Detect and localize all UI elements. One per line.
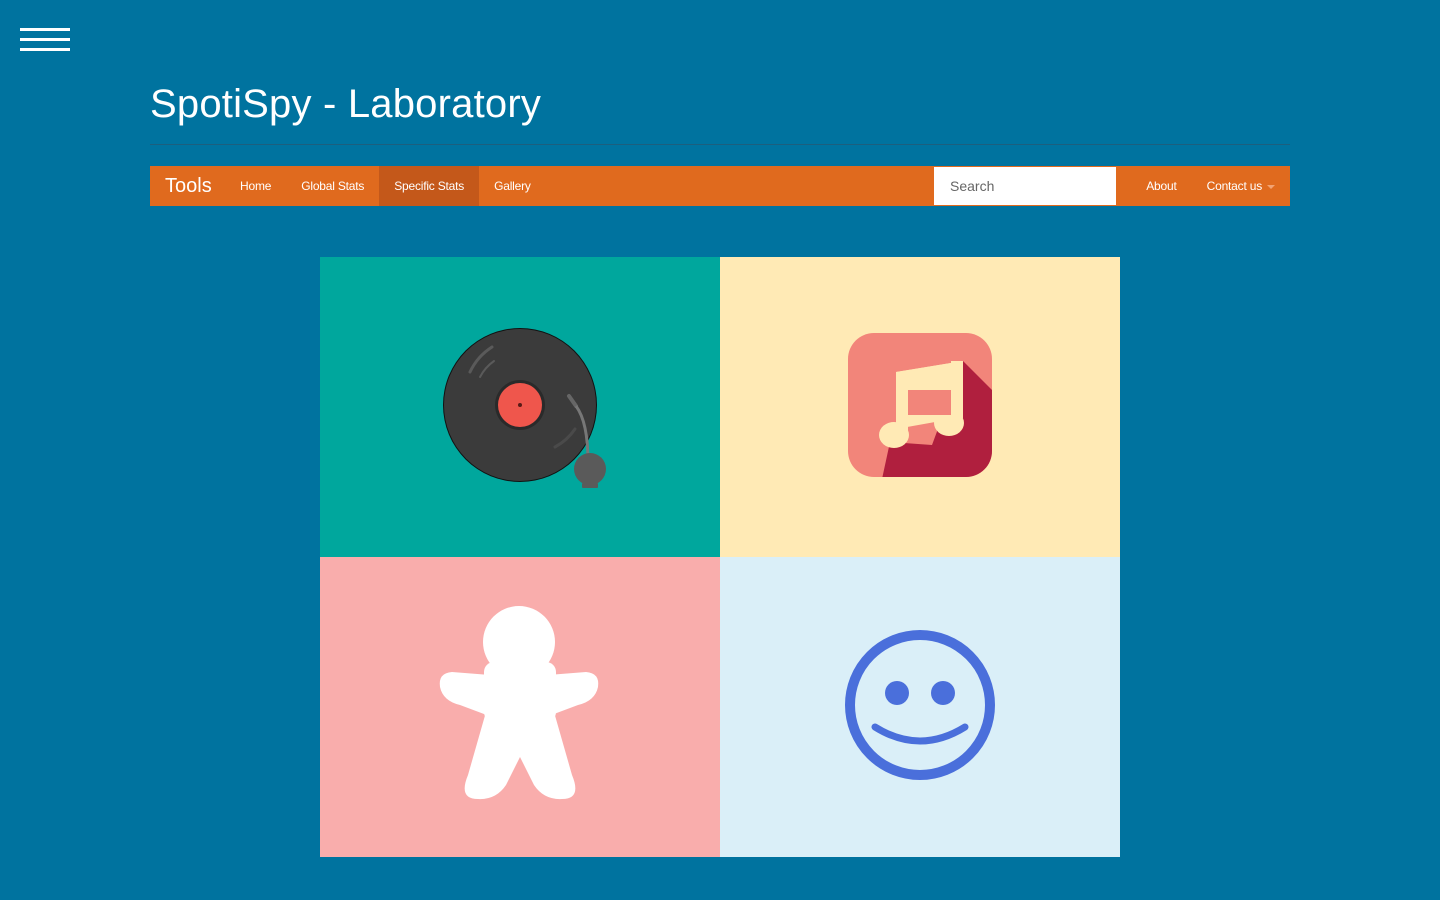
nav-item-contact-us[interactable]: Contact us: [1192, 166, 1290, 206]
nav-item-gallery[interactable]: Gallery: [479, 166, 546, 206]
title-divider: [150, 144, 1290, 145]
page-title: SpotiSpy - Laboratory: [150, 82, 542, 126]
tile-gingerbread[interactable]: [320, 557, 720, 857]
nav-item-about[interactable]: About: [1131, 166, 1191, 206]
caret-down-icon: [1267, 184, 1275, 189]
navbar-brand[interactable]: Tools: [165, 166, 212, 206]
nav-item-contact-label: Contact us: [1206, 179, 1263, 193]
smiley-face-icon: [720, 557, 1120, 857]
tile-grid: [320, 257, 1120, 857]
nav-left: Home Global Stats Specific Stats Gallery: [225, 166, 546, 206]
nav-item-specific-stats[interactable]: Specific Stats: [379, 166, 480, 206]
hamburger-menu-icon[interactable]: [20, 28, 70, 52]
search-input[interactable]: [934, 167, 1116, 205]
tile-vinyl[interactable]: [320, 257, 720, 557]
vinyl-turntable-icon: [320, 257, 720, 557]
page: SpotiSpy - Laboratory Tools Home Global …: [0, 0, 1440, 900]
nav-item-global-stats[interactable]: Global Stats: [286, 166, 379, 206]
tile-smiley[interactable]: [720, 557, 1120, 857]
hamburger-line: [20, 38, 70, 41]
navbar: Tools Home Global Stats Specific Stats G…: [150, 166, 1290, 206]
hamburger-line: [20, 48, 70, 51]
hamburger-line: [20, 28, 70, 31]
music-note-icon: [720, 257, 1120, 557]
nav-right: About Contact us: [1131, 166, 1290, 206]
nav-item-home[interactable]: Home: [225, 166, 286, 206]
tile-music[interactable]: [720, 257, 1120, 557]
gingerbread-man-icon: [320, 557, 720, 857]
